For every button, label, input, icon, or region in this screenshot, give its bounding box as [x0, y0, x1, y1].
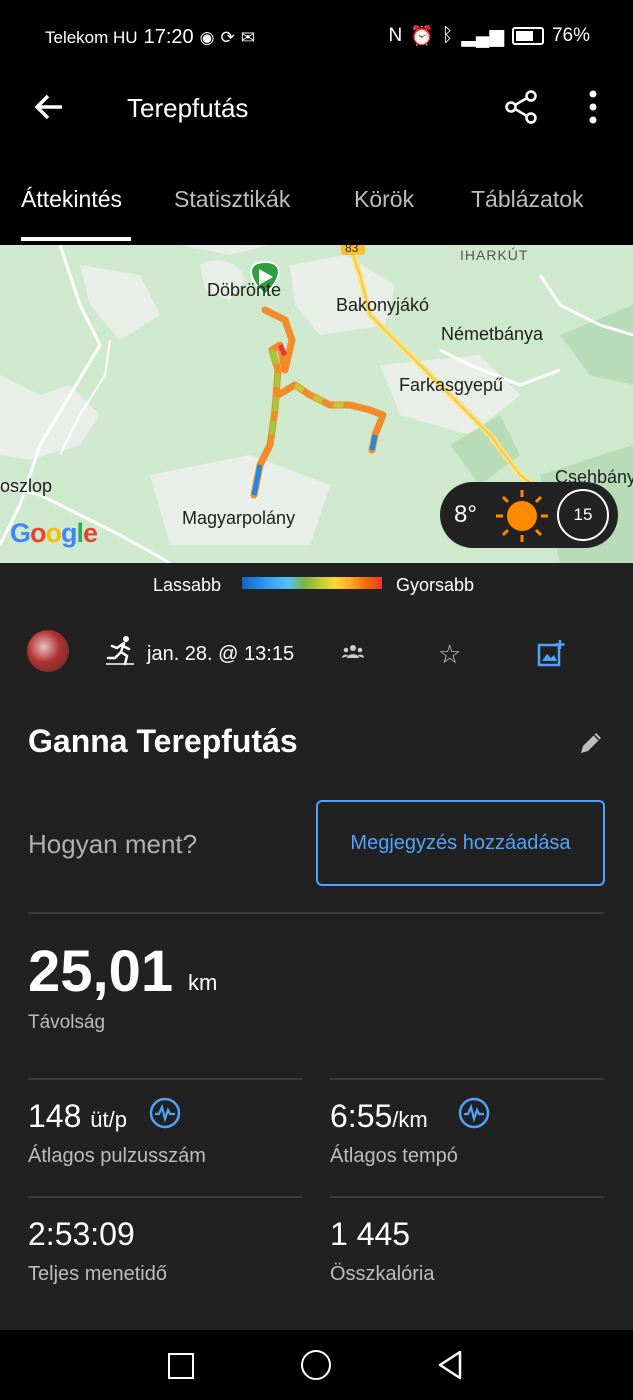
star-icon[interactable]: ☆ — [438, 641, 461, 667]
map-label-iharkut: IHARKÚT — [460, 247, 529, 263]
divider — [28, 1078, 302, 1080]
status-right: N ⏰ ᛒ ▂▄▆ 76% — [388, 24, 590, 48]
clock: 17:20 — [143, 26, 194, 48]
add-photo-icon[interactable] — [537, 639, 565, 672]
tab-bar: Áttekintés Statisztikák Körök Táblázatok — [0, 165, 633, 245]
signal-icon: ▂▄▆ — [461, 25, 504, 47]
weather-badge[interactable]: 8° 15 — [440, 482, 618, 548]
map-label-nemetbanya: Németbánya — [441, 324, 544, 344]
wind-speed-icon: 15 — [557, 489, 609, 541]
edit-icon[interactable] — [578, 730, 604, 761]
pace-legend: Lassabb Gyorsabb — [0, 563, 633, 608]
tab-laps[interactable]: Körök — [354, 186, 414, 213]
avg-heart-rate-label: Átlagos pulzusszám — [28, 1145, 206, 1167]
bluetooth-icon: ᛒ — [441, 25, 454, 46]
total-calories-value: 1 445 — [330, 1216, 411, 1252]
tab-overview[interactable]: Áttekintés — [21, 186, 122, 213]
feel-prompt[interactable]: Hogyan ment? — [28, 829, 197, 860]
nav-back-icon[interactable] — [437, 1350, 463, 1385]
distance-label: Távolság — [28, 1012, 106, 1033]
pace-gradient-bar — [242, 577, 382, 589]
home-button[interactable] — [301, 1350, 331, 1380]
temperature-label: 8° — [454, 501, 477, 528]
divider — [330, 1078, 604, 1080]
map-label-dobronte: Döbrönte — [207, 280, 282, 300]
heart-rate-chart-icon[interactable] — [149, 1097, 181, 1134]
divider — [28, 912, 604, 914]
status-left: Telekom HU 17:20 ◉ ⟳ ✉ — [45, 26, 255, 49]
share-icon[interactable] — [503, 89, 539, 130]
status-bar: Telekom HU 17:20 ◉ ⟳ ✉ N ⏰ ᛒ ▂▄▆ 76% — [0, 0, 633, 75]
avg-heart-rate-value: 148 üt/p — [28, 1098, 127, 1135]
battery-icon — [511, 27, 544, 45]
page-title: Terepfutás — [127, 93, 249, 123]
map-label-farkasgyepu: Farkasgyepű — [399, 375, 504, 395]
activity-meta-row: jan. 28. @ 13:15 ☆ — [0, 620, 633, 690]
avatar[interactable] — [27, 630, 69, 672]
distance-value: 25,01 — [28, 939, 174, 1004]
more-vert-icon[interactable] — [586, 89, 600, 130]
alarm-icon: ⏰ — [410, 26, 434, 47]
legend-slow-label: Lassabb — [153, 575, 222, 595]
tab-tables[interactable]: Táblázatok — [471, 186, 584, 213]
google-logo: Google — [10, 518, 98, 548]
app-bar: Terepfutás — [0, 75, 633, 165]
sun-icon — [494, 488, 550, 549]
arrow-back-icon[interactable] — [32, 90, 66, 130]
group-icon[interactable] — [342, 644, 364, 665]
legend-fast-label: Gyorsabb — [396, 575, 475, 595]
add-note-button[interactable]: Megjegyzés hozzáadása — [316, 800, 605, 886]
divider — [330, 1196, 604, 1198]
activity-name: Ganna Terepfutás — [28, 723, 298, 759]
pace-unit: /km — [392, 1107, 428, 1132]
pace-number: 6:55 — [330, 1098, 393, 1134]
total-calories-label: Összkalória — [330, 1263, 435, 1285]
total-time-value: 2:53:09 — [28, 1216, 135, 1252]
map-label-bakonyjako: Bakonyjákó — [336, 295, 430, 315]
sync-icon: ⟳ — [220, 27, 235, 47]
pace-chart-icon[interactable] — [458, 1097, 490, 1134]
messenger-icon: ◉ — [199, 27, 215, 47]
battery-percent: 76% — [551, 25, 590, 46]
road-number-label: 83 — [345, 245, 359, 255]
divider — [28, 1196, 302, 1198]
tab-statistics[interactable]: Statisztikák — [174, 186, 290, 213]
heart-rate-number: 148 — [28, 1098, 82, 1134]
carrier-label: Telekom HU — [45, 27, 138, 47]
active-tab-indicator — [21, 237, 131, 241]
heart-rate-unit: üt/p — [90, 1107, 127, 1132]
map-label-oszlop: oszlop — [0, 476, 53, 496]
total-time-label: Teljes menetidő — [28, 1263, 167, 1285]
avg-pace-label: Átlagos tempó — [330, 1145, 458, 1167]
trail-run-icon — [104, 634, 136, 671]
avg-pace-value: 6:55/km — [330, 1098, 428, 1135]
recents-button[interactable] — [168, 1353, 194, 1379]
mail-icon: ✉ — [240, 27, 255, 47]
nfc-icon: N — [388, 25, 403, 46]
activity-date: jan. 28. @ 13:15 — [147, 643, 295, 665]
map-label-magyarpolany: Magyarpolány — [182, 508, 296, 528]
distance-unit: km — [188, 970, 218, 995]
